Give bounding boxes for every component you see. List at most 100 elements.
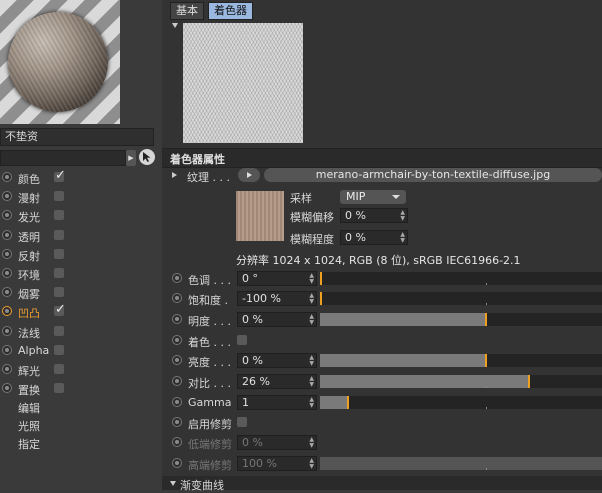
channel-checkbox[interactable] xyxy=(54,302,66,317)
channel-radio-icon[interactable] xyxy=(2,344,12,355)
property-field[interactable]: 0 % ▲ ▼ xyxy=(237,353,317,368)
property-radio-icon[interactable] xyxy=(172,335,182,345)
curve-section-header[interactable]: 渐变曲线 xyxy=(162,476,602,492)
channel-item[interactable]: 颜色 xyxy=(0,168,160,187)
slider-handle[interactable] xyxy=(320,272,322,285)
property-row: Gamma 1 ▲ ▼ xyxy=(170,394,602,412)
channel-item[interactable]: 环境 xyxy=(0,265,160,283)
slider-handle[interactable] xyxy=(485,354,487,367)
channel-item[interactable]: 透明 xyxy=(0,227,160,245)
section-title: 着色器属性 xyxy=(170,153,225,166)
texture-expand-icon[interactable] xyxy=(172,172,177,178)
property-radio-icon[interactable] xyxy=(172,458,182,468)
property-radio-icon[interactable] xyxy=(172,417,182,427)
sample-dropdown[interactable]: MIP xyxy=(340,190,406,204)
channel-radio-icon[interactable] xyxy=(2,191,12,202)
property-slider[interactable] xyxy=(320,396,602,409)
property-slider[interactable] xyxy=(320,272,602,285)
tab-basic[interactable]: 基本 xyxy=(170,2,204,20)
property-radio-icon[interactable] xyxy=(172,376,182,386)
blur-offset-field[interactable]: 0 % ▲ ▼ xyxy=(340,208,408,223)
collapse-triangle-icon[interactable] xyxy=(172,23,178,28)
channel-checkbox[interactable] xyxy=(54,168,66,183)
channel-item[interactable]: 置换 xyxy=(0,380,160,398)
property-label: 亮度 . . . xyxy=(188,356,231,369)
property-field[interactable]: 26 % ▲ ▼ xyxy=(237,374,317,389)
channel-checkbox[interactable] xyxy=(54,210,64,221)
channel-radio-icon[interactable] xyxy=(2,364,12,374)
property-slider[interactable] xyxy=(320,313,602,326)
slider-handle[interactable] xyxy=(485,313,487,326)
channel-radio-icon[interactable] xyxy=(2,383,12,394)
property-radio-icon[interactable] xyxy=(172,355,182,365)
channel-checkbox[interactable] xyxy=(54,191,64,202)
channel-item[interactable]: 发光 xyxy=(0,207,160,225)
channel-radio-icon[interactable] xyxy=(2,229,12,240)
property-value: 0 % xyxy=(242,313,263,326)
property-slider[interactable] xyxy=(320,375,602,388)
property-radio-icon[interactable] xyxy=(172,397,182,407)
property-radio-icon[interactable] xyxy=(172,273,182,283)
channel-radio-icon[interactable] xyxy=(2,325,12,336)
blur-degree-field[interactable]: 0 % ▲ ▼ xyxy=(340,230,408,245)
material-name-field[interactable]: 不垫资 xyxy=(0,128,154,146)
property-radio-icon[interactable] xyxy=(172,314,182,324)
property-field[interactable]: 0 % ▲ ▼ xyxy=(237,435,317,450)
property-slider[interactable] xyxy=(320,457,602,470)
channel-checkbox[interactable] xyxy=(54,287,64,298)
slider-handle[interactable] xyxy=(347,396,349,409)
slider-tick xyxy=(486,283,487,285)
channel-label: 凹凸 xyxy=(18,307,40,321)
property-row: 启用修剪 xyxy=(170,414,602,432)
property-value: -100 % xyxy=(242,292,281,305)
channel-item[interactable]: 漫射 xyxy=(0,188,160,206)
property-field[interactable]: 100 % ▲ ▼ xyxy=(237,456,317,471)
channel-label: 透明 xyxy=(18,230,40,244)
material-sphere-image xyxy=(8,12,108,112)
property-slider[interactable] xyxy=(320,354,602,367)
slider-handle[interactable] xyxy=(320,292,322,305)
channel-filter-input[interactable] xyxy=(0,150,126,166)
channel-item[interactable]: 辉光 xyxy=(0,361,160,379)
channel-checkbox[interactable] xyxy=(54,364,64,374)
channel-checkbox[interactable] xyxy=(54,248,64,259)
channel-item[interactable]: 凹凸 xyxy=(0,302,160,321)
property-radio-icon[interactable] xyxy=(172,437,182,447)
channel-checkbox[interactable] xyxy=(54,268,64,278)
property-field[interactable]: 0 ° ▲ ▼ xyxy=(237,271,317,286)
texture-menu-button[interactable] xyxy=(238,168,260,182)
property-label: 明度 . . . xyxy=(188,315,231,328)
property-field[interactable]: 0 % ▲ ▼ xyxy=(237,312,317,327)
channel-radio-icon[interactable] xyxy=(2,287,12,298)
texture-file-button[interactable]: merano-armchair-by-ton-textile-diffuse.j… xyxy=(264,168,602,182)
slider-fill xyxy=(320,375,529,388)
blur-offset-value: 0 % xyxy=(345,209,366,222)
pointer-icon[interactable] xyxy=(139,149,155,165)
channel-item[interactable]: Alpha xyxy=(0,342,160,360)
channel-radio-icon[interactable] xyxy=(2,210,12,221)
property-field[interactable]: 1 ▲ ▼ xyxy=(237,395,317,410)
property-field[interactable]: -100 % ▲ ▼ xyxy=(237,291,317,306)
extra-item[interactable]: 光照 xyxy=(18,418,40,434)
channel-item[interactable]: 烟雾 xyxy=(0,284,160,302)
channel-radio-icon[interactable] xyxy=(2,172,12,182)
property-radio-icon[interactable] xyxy=(172,293,182,303)
property-checkbox[interactable] xyxy=(237,335,247,345)
channel-radio-icon[interactable] xyxy=(2,268,12,278)
channel-item[interactable]: 反射 xyxy=(0,246,160,264)
channel-checkbox[interactable] xyxy=(54,383,64,394)
channel-item[interactable]: 法线 xyxy=(0,323,160,341)
channel-checkbox[interactable] xyxy=(54,325,64,336)
tab-shader[interactable]: 着色器 xyxy=(208,2,253,20)
channel-checkbox[interactable] xyxy=(54,229,64,240)
property-checkbox[interactable] xyxy=(237,417,247,427)
expand-arrow-icon[interactable]: ▶ xyxy=(126,150,136,166)
material-preview[interactable] xyxy=(0,0,120,124)
slider-handle[interactable] xyxy=(528,375,530,388)
channel-radio-icon[interactable] xyxy=(2,306,12,317)
channel-radio-icon[interactable] xyxy=(2,248,12,259)
channel-checkbox[interactable] xyxy=(54,344,64,355)
property-slider[interactable] xyxy=(320,292,602,305)
extra-item[interactable]: 编辑 xyxy=(18,400,40,416)
extra-item[interactable]: 指定 xyxy=(18,436,40,452)
